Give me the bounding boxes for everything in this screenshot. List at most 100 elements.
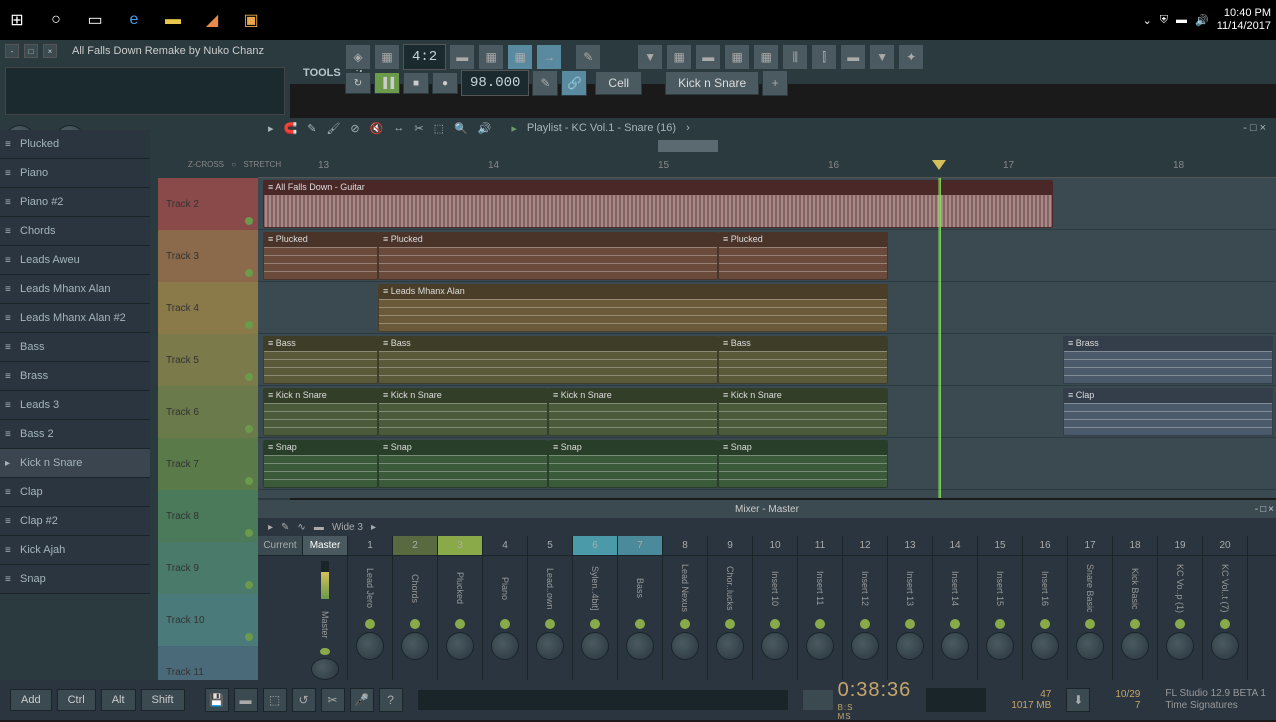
tool-2-icon[interactable]: ▦	[666, 44, 692, 70]
tool-8-icon[interactable]: ▬	[840, 44, 866, 70]
tray-chevron-icon[interactable]: ⌄	[1143, 14, 1152, 27]
mixer-track[interactable]: Insert 13	[888, 556, 933, 680]
pan-knob[interactable]	[1166, 632, 1194, 660]
tool-1-icon[interactable]: ▼	[637, 44, 663, 70]
track-header[interactable]: Track 3	[158, 230, 258, 282]
maximize-button[interactable]: □	[24, 44, 38, 58]
pan-knob[interactable]	[1121, 632, 1149, 660]
mic-icon[interactable]: 🎤	[350, 688, 374, 712]
mixer-track[interactable]: Sylen..4bit]	[573, 556, 618, 680]
track-enable-led[interactable]	[680, 619, 690, 629]
pan-knob[interactable]	[671, 632, 699, 660]
add-button[interactable]: Add	[10, 689, 52, 711]
pan-knob[interactable]	[626, 632, 654, 660]
clip[interactable]: ≡ Leads Mhanx Alan	[378, 284, 888, 332]
tool-3-icon[interactable]: ▬	[695, 44, 721, 70]
menu-tools[interactable]: TOOLS	[303, 67, 341, 79]
song-tool-icon[interactable]: ▦	[374, 44, 400, 70]
mixer-minimize-icon[interactable]: -	[1255, 504, 1258, 515]
mixer-view-label[interactable]: Wide 3	[332, 522, 363, 533]
track-enable-led[interactable]	[725, 619, 735, 629]
track-enable-led[interactable]	[860, 619, 870, 629]
playback-icon[interactable]: 🔊	[478, 122, 492, 135]
play-button[interactable]: ▐▐	[374, 72, 400, 94]
mixer-track[interactable]: Insert 14	[933, 556, 978, 680]
playlist-maximize-icon[interactable]: □	[1250, 122, 1257, 134]
track-mute-button[interactable]	[245, 217, 253, 225]
tool-9-icon[interactable]: ▼	[869, 44, 895, 70]
clip[interactable]: ≡ All Falls Down - Guitar	[263, 180, 1053, 228]
track-enable-led[interactable]	[500, 619, 510, 629]
slip-icon[interactable]: ↔	[393, 122, 404, 134]
brush-icon[interactable]: 🖌	[326, 122, 340, 135]
clip[interactable]: ≡ Snap	[263, 440, 378, 488]
snap-selector[interactable]: Cell	[595, 71, 642, 95]
track-row[interactable]: ≡ Plucked≡ Plucked≡ Plucked	[258, 230, 1276, 282]
playlist-close-icon[interactable]: ×	[1260, 122, 1266, 134]
stop-button[interactable]: ■	[403, 72, 429, 94]
mixer-tab[interactable]: 9	[708, 536, 753, 555]
mixer-wave-icon[interactable]: ∿	[297, 522, 305, 533]
mixer-next-icon[interactable]: ▸	[371, 522, 376, 533]
mixer-tab[interactable]: 13	[888, 536, 933, 555]
mixer-tab[interactable]: 10	[753, 536, 798, 555]
pan-knob[interactable]	[356, 632, 384, 660]
mixer-track[interactable]: Insert 11	[798, 556, 843, 680]
track-header[interactable]: Track 4	[158, 282, 258, 334]
track-enable-led[interactable]	[1175, 619, 1185, 629]
track-enable-led[interactable]	[1130, 619, 1140, 629]
pan-knob[interactable]	[941, 632, 969, 660]
mixer-tab[interactable]: 18	[1113, 536, 1158, 555]
mixer-track[interactable]: KC Vo..p (1)	[1158, 556, 1203, 680]
cut-icon[interactable]: ✂	[321, 688, 345, 712]
track-row[interactable]: ≡ Kick n Snare≡ Kick n Snare≡ Kick n Sna…	[258, 386, 1276, 438]
channel-item[interactable]: ≡Bass	[0, 333, 150, 362]
track-enable-led[interactable]	[1220, 619, 1230, 629]
mixer-tab[interactable]: 11	[798, 536, 843, 555]
magnet-icon[interactable]: 🧲	[284, 122, 298, 135]
track-enable-led[interactable]	[995, 619, 1005, 629]
mixer-tab[interactable]: 6	[573, 536, 618, 555]
clip[interactable]: ≡ Snap	[548, 440, 718, 488]
track-row[interactable]: ≡ Snap≡ Snap≡ Snap≡ Snap	[258, 438, 1276, 490]
tempo-display[interactable]: 98.000	[461, 70, 529, 96]
mixer-track[interactable]: Lead Nexus	[663, 556, 708, 680]
mixer-track[interactable]: Chords	[393, 556, 438, 680]
tracks-container[interactable]: ≡ All Falls Down - Guitar≡ Plucked≡ Pluc…	[258, 178, 1276, 498]
channel-item[interactable]: ≡Kick Ajah	[0, 536, 150, 565]
tool-4-icon[interactable]: ▦	[724, 44, 750, 70]
playlist-menu-icon[interactable]: ▸	[268, 122, 274, 135]
channel-item[interactable]: ▸Kick n Snare	[0, 449, 150, 478]
delete-icon[interactable]: ⊘	[350, 122, 359, 135]
tray-volume-icon[interactable]: 🔊	[1195, 14, 1209, 27]
mixer-track[interactable]: Insert 10	[753, 556, 798, 680]
pan-knob[interactable]	[446, 632, 474, 660]
clip[interactable]: ≡ Plucked	[263, 232, 378, 280]
mixer-track[interactable]: Snare Basic	[1068, 556, 1113, 680]
close-button[interactable]: ×	[43, 44, 57, 58]
ctrl-button[interactable]: Ctrl	[57, 689, 96, 711]
channel-item[interactable]: ≡Plucked	[0, 130, 150, 159]
channel-item[interactable]: ≡Piano	[0, 159, 150, 188]
tool-7-icon[interactable]: ⫿	[811, 44, 837, 70]
track-header[interactable]: Track 10	[158, 594, 258, 646]
clip[interactable]: ≡ Kick n Snare	[378, 388, 548, 436]
mixer-tab[interactable]: 1	[348, 536, 393, 555]
mixer-maximize-icon[interactable]: □	[1260, 504, 1266, 515]
undo-icon[interactable]: ↺	[292, 688, 316, 712]
track-enable-led[interactable]	[815, 619, 825, 629]
pan-knob[interactable]	[1076, 632, 1104, 660]
mixer-link-icon[interactable]: ▬	[314, 522, 324, 533]
track-enable-led[interactable]	[905, 619, 915, 629]
track-mute-button[interactable]	[245, 425, 253, 433]
piano-icon[interactable]: ⬚	[263, 688, 287, 712]
pan-knob[interactable]	[806, 632, 834, 660]
track-mute-button[interactable]	[245, 529, 253, 537]
mixer-tab[interactable]: 5	[528, 536, 573, 555]
draw-tool-icon[interactable]: ✎	[532, 70, 558, 96]
track-header[interactable]: Track 6	[158, 386, 258, 438]
channel-item[interactable]: ≡Leads 3	[0, 391, 150, 420]
mixer-tab[interactable]: 14	[933, 536, 978, 555]
playlist-minimize-icon[interactable]: -	[1243, 122, 1247, 134]
render-icon[interactable]: ▬	[234, 688, 258, 712]
